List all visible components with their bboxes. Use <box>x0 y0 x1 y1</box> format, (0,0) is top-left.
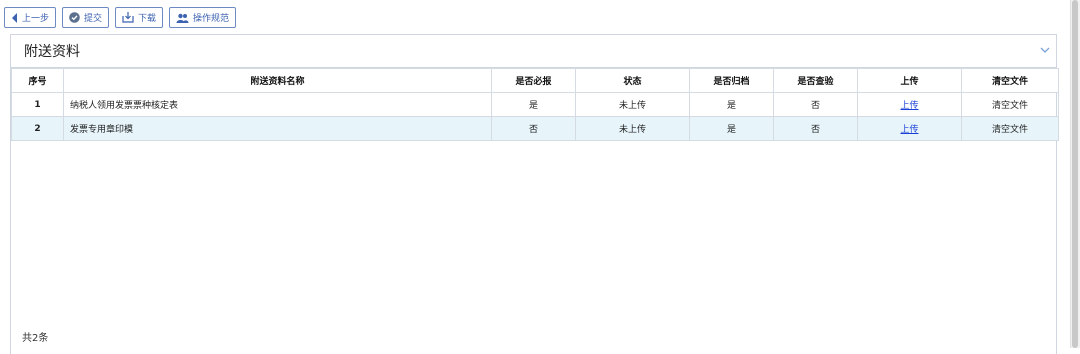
panel-header: 附送资料 <box>11 35 1056 68</box>
attachment-name: 发票专用章印模 <box>63 116 492 141</box>
submit-label: 提交 <box>84 14 103 24</box>
verified-flag: 否 <box>773 92 858 117</box>
col-header-no: 序号 <box>11 68 64 93</box>
col-header-required: 是否必报 <box>491 68 576 93</box>
archived-flag: 是 <box>689 92 774 117</box>
upload-link[interactable]: 上传 <box>900 125 918 135</box>
attachments-table: 序号 附送资料名称 是否必报 状态 是否归档 是否查验 上传 清空文件 1 纳税… <box>11 68 1059 141</box>
row-number: 2 <box>11 116 64 141</box>
verified-flag: 否 <box>773 116 858 141</box>
back-arrow-icon <box>11 12 18 23</box>
download-button[interactable]: 下载 <box>115 7 164 28</box>
upload-cell: 上传 <box>857 116 962 141</box>
upload-status: 未上传 <box>575 92 690 117</box>
total-count: 共2条 <box>22 333 49 344</box>
col-header-status: 状态 <box>575 68 690 93</box>
prev-step-label: 上一步 <box>22 14 50 24</box>
required-flag: 否 <box>491 116 576 141</box>
upload-link[interactable]: 上传 <box>900 101 918 111</box>
prev-step-button[interactable]: 上一步 <box>4 7 57 28</box>
col-header-verified: 是否查验 <box>773 68 858 93</box>
operation-guide-label: 操作规范 <box>193 14 230 24</box>
col-header-archived: 是否归档 <box>689 68 774 93</box>
table-header-row: 序号 附送资料名称 是否必报 状态 是否归档 是否查验 上传 清空文件 <box>11 68 1059 93</box>
clear-file-button[interactable]: 清空文件 <box>961 116 1059 141</box>
panel-title: 附送资料 <box>24 44 80 60</box>
row-number: 1 <box>11 92 64 117</box>
upload-status: 未上传 <box>575 116 690 141</box>
submit-button[interactable]: 提交 <box>62 7 110 28</box>
col-header-upload: 上传 <box>857 68 962 93</box>
scrollbar-thumb[interactable] <box>1072 0 1078 348</box>
upload-cell: 上传 <box>857 92 962 117</box>
attachment-name: 纳税人领用发票票种核定表 <box>63 92 492 117</box>
col-header-name: 附送资料名称 <box>63 68 492 93</box>
users-icon <box>176 13 189 23</box>
operation-guide-button[interactable]: 操作规范 <box>169 7 237 28</box>
check-circle-icon <box>69 12 80 23</box>
table-row[interactable]: 1 纳税人领用发票票种核定表 是 未上传 是 否 上传 清空文件 <box>11 92 1059 117</box>
download-label: 下载 <box>138 14 157 24</box>
download-tray-icon <box>122 12 134 23</box>
toolbar: 上一步 提交 下载 操作规范 <box>4 7 237 29</box>
required-flag: 是 <box>491 92 576 117</box>
attachments-panel: 附送资料 序号 附送资料名称 是否必报 状态 是否归档 是否查验 上传 清空文件… <box>10 34 1059 354</box>
table-row[interactable]: 2 发票专用章印模 否 未上传 是 否 上传 清空文件 <box>11 116 1059 141</box>
clear-file-button[interactable]: 清空文件 <box>961 92 1059 117</box>
col-header-clear: 清空文件 <box>961 68 1059 93</box>
archived-flag: 是 <box>689 116 774 141</box>
page: 上一步 提交 下载 操作规范 附送资料 序号 附送资料名称 是否必报 状态 是否… <box>0 0 1080 354</box>
chevron-down-icon[interactable] <box>1040 46 1050 56</box>
